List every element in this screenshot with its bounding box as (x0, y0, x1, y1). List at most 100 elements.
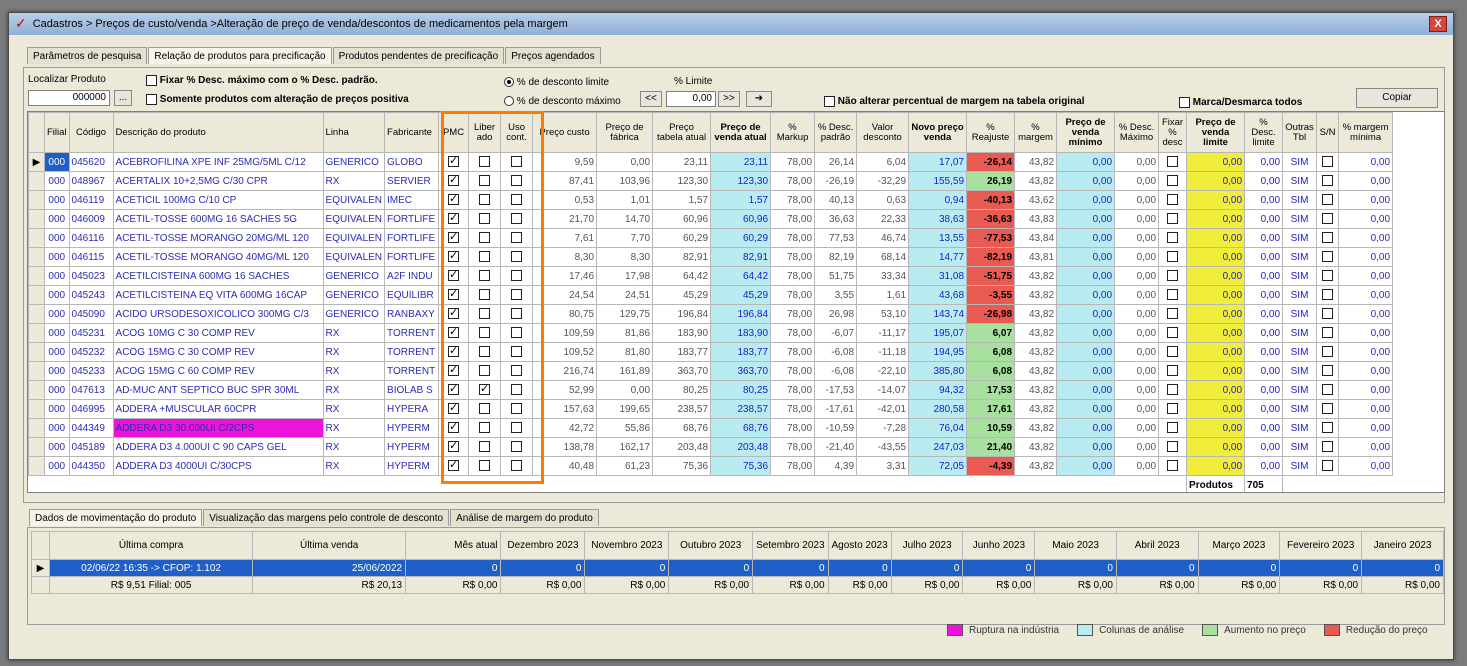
cell-markup[interactable]: 78,00 (770, 380, 816, 400)
fixar-desc-row-checkbox[interactable] (1167, 460, 1179, 472)
cell-preco-tabela[interactable]: 45,29 (652, 285, 712, 305)
cell-fabricante[interactable]: FORTLIFE (384, 209, 440, 229)
sn-checkbox[interactable] (1322, 308, 1334, 320)
sn-checkbox[interactable] (1322, 213, 1334, 225)
cell-preco-venda-atual[interactable]: 23,11 (710, 152, 772, 172)
cell-reajuste[interactable]: -26,14 (966, 152, 1016, 172)
fixar-desc-row-checkbox[interactable] (1167, 156, 1179, 168)
cell-filial[interactable]: 000 (44, 171, 70, 191)
cell-novo-preco[interactable]: 76,04 (908, 418, 968, 438)
cell-preco-venda-atual[interactable]: 363,70 (710, 361, 772, 381)
cell-desc-limite[interactable]: 0,00 (1244, 456, 1284, 476)
cell-margem[interactable]: 43,82 (1014, 266, 1058, 286)
row-indicator[interactable] (28, 304, 45, 324)
cell-uso-cont[interactable] (500, 380, 534, 400)
liberado-checkbox[interactable] (479, 403, 491, 415)
cell-novo-preco[interactable]: 0,94 (908, 190, 968, 210)
pmc-checkbox[interactable] (448, 325, 460, 339)
row-indicator[interactable] (28, 380, 45, 400)
browse-button[interactable]: ... (114, 90, 132, 106)
cell-pmc[interactable] (438, 418, 470, 438)
tab-relacao-produtos[interactable]: Relação de produtos para precificação (148, 47, 332, 64)
cell-codigo[interactable]: 045243 (68, 285, 114, 305)
cell-preco-venda-atual[interactable]: 75,36 (710, 456, 772, 476)
cell-novo-preco[interactable]: 31,08 (908, 266, 968, 286)
cell-codigo[interactable]: 046119 (68, 190, 114, 210)
cell-preco-custo[interactable]: 24,54 (532, 285, 598, 305)
cell-markup[interactable]: 78,00 (770, 247, 816, 267)
cell-linha[interactable]: EQUIVALEN (322, 247, 386, 267)
row-indicator[interactable] (28, 456, 45, 476)
cell-uso-cont[interactable] (500, 399, 534, 419)
cell-preco-custo[interactable]: 216,74 (532, 361, 598, 381)
cell-desc-maximo[interactable]: 0,00 (1114, 247, 1160, 267)
cell-fixar-desc[interactable] (1158, 323, 1188, 343)
radio-maximo-option[interactable]: % de desconto máximo (504, 96, 621, 107)
movement-cell[interactable]: 0 (500, 559, 586, 577)
cell-filial[interactable]: 000 (44, 323, 70, 343)
sn-checkbox[interactable] (1322, 403, 1334, 415)
movement-cell[interactable]: 0 (1115, 559, 1199, 577)
cell-outras-tbl[interactable]: SIM (1282, 342, 1318, 362)
movement-row[interactable]: ▶ 02/06/22 16:35 -> CFOP: 1.102 25/06/2022… (31, 559, 1444, 577)
fixar-desc-row-checkbox[interactable] (1167, 251, 1179, 263)
cell-sn[interactable] (1316, 380, 1340, 400)
row-indicator[interactable] (28, 247, 45, 267)
cell-outras-tbl[interactable]: SIM (1282, 399, 1318, 419)
cell-pmc[interactable] (438, 171, 470, 191)
cell-descricao[interactable]: ADDERA D3 4.000UI C 90 CAPS GEL (112, 437, 324, 457)
cell-filial[interactable]: 000 (44, 209, 70, 229)
cell-liberado[interactable] (468, 418, 502, 438)
cell-preco-limite[interactable]: 0,00 (1186, 456, 1246, 476)
col-dezembro[interactable]: Dezembro 2023 (500, 531, 586, 560)
movement-cell[interactable]: R$ 0,00 (1361, 576, 1444, 594)
cell-pmc[interactable] (438, 399, 470, 419)
cell-preco-custo[interactable]: 17,46 (532, 266, 598, 286)
nao-alterar-option[interactable]: Não alterar percentual de margem na tabe… (824, 96, 1085, 107)
cell-margem-minima[interactable]: 0,00 (1338, 380, 1394, 400)
cell-outras-tbl[interactable]: SIM (1282, 266, 1318, 286)
cell-preco-custo[interactable]: 138,78 (532, 437, 598, 457)
col-linha[interactable]: Linha (322, 112, 386, 153)
col-novembro[interactable]: Novembro 2023 (584, 531, 670, 560)
nao-alterar-checkbox[interactable] (824, 96, 835, 107)
col-margem-minima[interactable]: % margem mínima (1338, 112, 1394, 153)
cell-fixar-desc[interactable] (1158, 456, 1188, 476)
cell-desc-limite[interactable]: 0,00 (1244, 247, 1284, 267)
cell-valor-desconto[interactable]: -32,29 (856, 171, 910, 191)
cell-desc-maximo[interactable]: 0,00 (1114, 190, 1160, 210)
col-fabricante[interactable]: Fabricante (384, 112, 440, 153)
movement-cell[interactable]: R$ 0,00 (1115, 576, 1199, 594)
sn-checkbox[interactable] (1322, 194, 1334, 206)
cell-liberado[interactable] (468, 437, 502, 457)
col-ultima-venda[interactable]: Última venda (252, 531, 407, 560)
cell-fabricante[interactable]: HYPERM (384, 418, 440, 438)
cell-pmc[interactable] (438, 152, 470, 172)
cell-preco-custo[interactable]: 8,30 (532, 247, 598, 267)
movement-cell[interactable]: R$ 0,00 (1034, 576, 1117, 594)
next-button[interactable]: >> (718, 91, 740, 107)
sn-checkbox[interactable] (1322, 384, 1334, 396)
cell-novo-preco[interactable]: 14,77 (908, 247, 968, 267)
radio-maximo[interactable] (504, 96, 514, 107)
cell-uso-cont[interactable] (500, 266, 534, 286)
cell-codigo[interactable]: 046995 (68, 399, 114, 419)
cell-descricao[interactable]: ACERTALIX 10+2,5MG C/30 CPR (112, 171, 324, 191)
col-uso-cont[interactable]: Uso cont. (500, 112, 534, 153)
movement-cell[interactable]: 0 (1034, 559, 1117, 577)
table-row[interactable]: 000046995ADDERA +MUSCULAR 60CPRRXHYPERA 1… (28, 399, 1394, 419)
movement-cell[interactable]: 0 (584, 559, 670, 577)
cell-margem-minima[interactable]: 0,00 (1338, 418, 1394, 438)
cell-desc-limite[interactable]: 0,00 (1244, 380, 1284, 400)
cell-preco-limite[interactable]: 0,00 (1186, 399, 1246, 419)
cell-sn[interactable] (1316, 323, 1340, 343)
cell-reajuste[interactable]: -3,55 (966, 285, 1016, 305)
cell-uso-cont[interactable] (500, 247, 534, 267)
cell-markup[interactable]: 78,00 (770, 266, 816, 286)
cell-preco-venda-atual[interactable]: 203,48 (710, 437, 772, 457)
row-indicator[interactable] (28, 266, 45, 286)
col-codigo[interactable]: Código (68, 112, 114, 153)
cell-margem-minima[interactable]: 0,00 (1338, 152, 1394, 172)
cell-pmc[interactable] (438, 190, 470, 210)
fixar-desc-checkbox[interactable] (146, 75, 157, 86)
